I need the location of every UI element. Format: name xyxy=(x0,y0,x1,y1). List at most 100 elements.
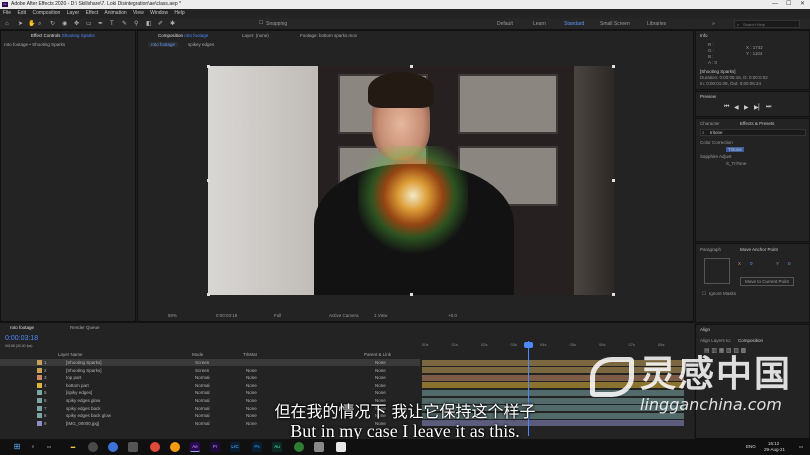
first-frame-icon[interactable]: ⏮ xyxy=(724,104,729,111)
view-layout-dropdown[interactable]: 1 View xyxy=(374,311,387,321)
menu-effect[interactable]: Effect xyxy=(86,10,99,16)
eraser-tool-icon[interactable]: ◧ xyxy=(146,21,152,27)
effects-group-color-correction[interactable]: Color Correction xyxy=(700,140,733,145)
chrome-icon[interactable] xyxy=(150,442,160,452)
pan-behind-tool-icon[interactable]: ✥ xyxy=(74,21,79,27)
app-icon[interactable] xyxy=(170,442,180,452)
layer-label-color[interactable] xyxy=(37,367,42,373)
layer-parent[interactable]: None xyxy=(375,359,386,366)
layer-label-color[interactable] xyxy=(37,390,42,396)
resolution-dropdown[interactable]: Full xyxy=(274,311,281,321)
tab-render-queue[interactable]: Render Queue xyxy=(70,325,100,330)
layer-label-color[interactable] xyxy=(37,360,42,365)
layer-parent[interactable]: None xyxy=(375,367,386,374)
align-buttons-icon[interactable]: ▤ ▥ ▦ ▧ ▨ ▩ xyxy=(704,347,746,354)
tab-move-anchor-point[interactable]: Move Anchor Point xyxy=(740,247,778,252)
taskbar-search-icon[interactable]: ⌕ xyxy=(28,442,38,452)
pen-tool-icon[interactable]: ✒ xyxy=(98,21,103,27)
puppet-tool-icon[interactable]: ✱ xyxy=(170,21,175,27)
tab-effects-presets[interactable]: Effects & Presets xyxy=(740,121,774,126)
windows-start-icon[interactable]: ⊞ xyxy=(12,442,22,452)
app-icon[interactable] xyxy=(314,442,324,452)
zoom-dropdown[interactable]: 50% xyxy=(168,311,177,321)
anchor-x-value[interactable]: 0 xyxy=(750,261,753,266)
table-row[interactable]: 1 [Shooting Sparks] Screen None xyxy=(0,359,420,366)
app-icon[interactable] xyxy=(128,442,138,452)
menu-view[interactable]: View xyxy=(133,10,144,16)
exposure-value[interactable]: +0.0 xyxy=(448,311,457,321)
anchor-grid[interactable] xyxy=(704,258,730,284)
transform-handle[interactable] xyxy=(410,65,413,68)
layer-mode[interactable]: Screen xyxy=(195,367,209,374)
align-target-dropdown[interactable]: Composition xyxy=(738,338,763,343)
playhead-handle-icon[interactable] xyxy=(524,342,533,348)
table-row[interactable]: 5 [spiky edges] Normal None None xyxy=(0,389,420,396)
clock-date[interactable]: 29-Aug-21 xyxy=(764,447,785,453)
menu-file[interactable]: File xyxy=(3,10,11,16)
camera-dropdown[interactable]: Active Camera xyxy=(329,311,359,321)
zoom-tool-icon[interactable]: ⌕ xyxy=(38,21,41,27)
menu-animation[interactable]: Animation xyxy=(104,10,126,16)
rectangle-tool-icon[interactable]: ▭ xyxy=(86,21,92,27)
layer-mode[interactable]: Normal xyxy=(195,389,210,396)
app-icon[interactable] xyxy=(108,442,118,452)
app-icon[interactable] xyxy=(88,442,98,452)
home-icon[interactable]: ⌂ xyxy=(5,21,9,27)
language-indicator[interactable]: ENG xyxy=(746,444,756,450)
transform-handle[interactable] xyxy=(207,179,210,182)
layer-parent[interactable]: None xyxy=(375,382,386,389)
subtab-spikey-edges[interactable]: spikey edges xyxy=(188,42,214,47)
effect-item-tritone[interactable]: Tritone xyxy=(726,147,744,152)
clone-stamp-tool-icon[interactable]: ⚲ xyxy=(134,21,138,27)
menu-help[interactable]: Help xyxy=(174,10,184,16)
next-frame-icon[interactable]: ▶▏ xyxy=(754,104,763,111)
after-effects-taskbar-icon[interactable]: Ae xyxy=(190,442,200,452)
transform-handle[interactable] xyxy=(207,65,210,68)
layer-trkmat[interactable]: None xyxy=(246,382,257,389)
tab-composition[interactable]: Composition roto footage xyxy=(158,33,208,38)
snapping-checkbox[interactable]: ☐ xyxy=(259,20,263,26)
more-workspaces-button[interactable]: » xyxy=(712,21,715,27)
table-row[interactable]: 4 bottom part Normal None None xyxy=(0,382,420,389)
photoshop-taskbar-icon[interactable]: Ps xyxy=(252,442,262,452)
tab-paragraph[interactable]: Paragraph xyxy=(700,247,721,252)
workspace-default[interactable]: Default xyxy=(497,21,513,27)
composition-viewer[interactable] xyxy=(208,66,614,295)
menu-layer[interactable]: Layer xyxy=(67,10,80,16)
task-view-icon[interactable]: ▭ xyxy=(44,442,54,452)
tab-timeline-comp[interactable]: roto footage xyxy=(10,325,34,330)
maximize-button[interactable]: ☐ xyxy=(786,0,791,9)
close-button[interactable]: ✕ xyxy=(800,0,805,9)
brush-tool-icon[interactable]: ✎ xyxy=(122,21,127,27)
app-icon[interactable] xyxy=(336,442,346,452)
menu-window[interactable]: Window xyxy=(150,10,168,16)
layer-parent[interactable]: None xyxy=(375,389,386,396)
menu-composition[interactable]: Composition xyxy=(32,10,60,16)
move-to-current-point-button[interactable]: Move to Current Point xyxy=(740,277,794,286)
menu-edit[interactable]: Edit xyxy=(17,10,26,16)
table-row[interactable]: 2 [Shooting Sparks] Screen None None xyxy=(0,367,420,374)
workspace-libraries[interactable]: Libraries xyxy=(647,21,666,27)
current-time[interactable]: 0:00:03:18 xyxy=(216,311,237,321)
workspace-small-screen[interactable]: Small Screen xyxy=(600,21,630,27)
transform-handle[interactable] xyxy=(612,179,615,182)
rotate-tool-icon[interactable]: ↻ xyxy=(50,21,55,27)
transform-handle[interactable] xyxy=(410,293,413,296)
lightroom-taskbar-icon[interactable]: LrC xyxy=(230,442,240,452)
effect-item-s-tritone[interactable]: S_TriTone xyxy=(726,161,746,166)
audition-taskbar-icon[interactable]: Au xyxy=(272,442,282,452)
selection-tool-icon[interactable]: ➤ xyxy=(18,21,23,27)
play-icon[interactable]: ▶ xyxy=(744,104,749,111)
workspace-learn[interactable]: Learn xyxy=(533,21,546,27)
layer-mode[interactable]: Normal xyxy=(195,374,210,381)
previous-frame-icon[interactable]: ◀ xyxy=(734,104,739,111)
last-frame-icon[interactable]: ⏭ xyxy=(766,104,771,111)
notification-icon[interactable]: ▭ xyxy=(796,442,806,452)
layer-mode[interactable]: Screen xyxy=(195,359,209,366)
file-explorer-icon[interactable]: ▬ xyxy=(68,442,78,452)
roto-brush-tool-icon[interactable]: ✐ xyxy=(158,21,163,27)
hand-tool-icon[interactable]: ✋ xyxy=(28,21,35,27)
premiere-taskbar-icon[interactable]: Pr xyxy=(210,442,220,452)
table-row[interactable]: 3 top part Normal None None xyxy=(0,374,420,381)
layer-parent[interactable]: None xyxy=(375,374,386,381)
